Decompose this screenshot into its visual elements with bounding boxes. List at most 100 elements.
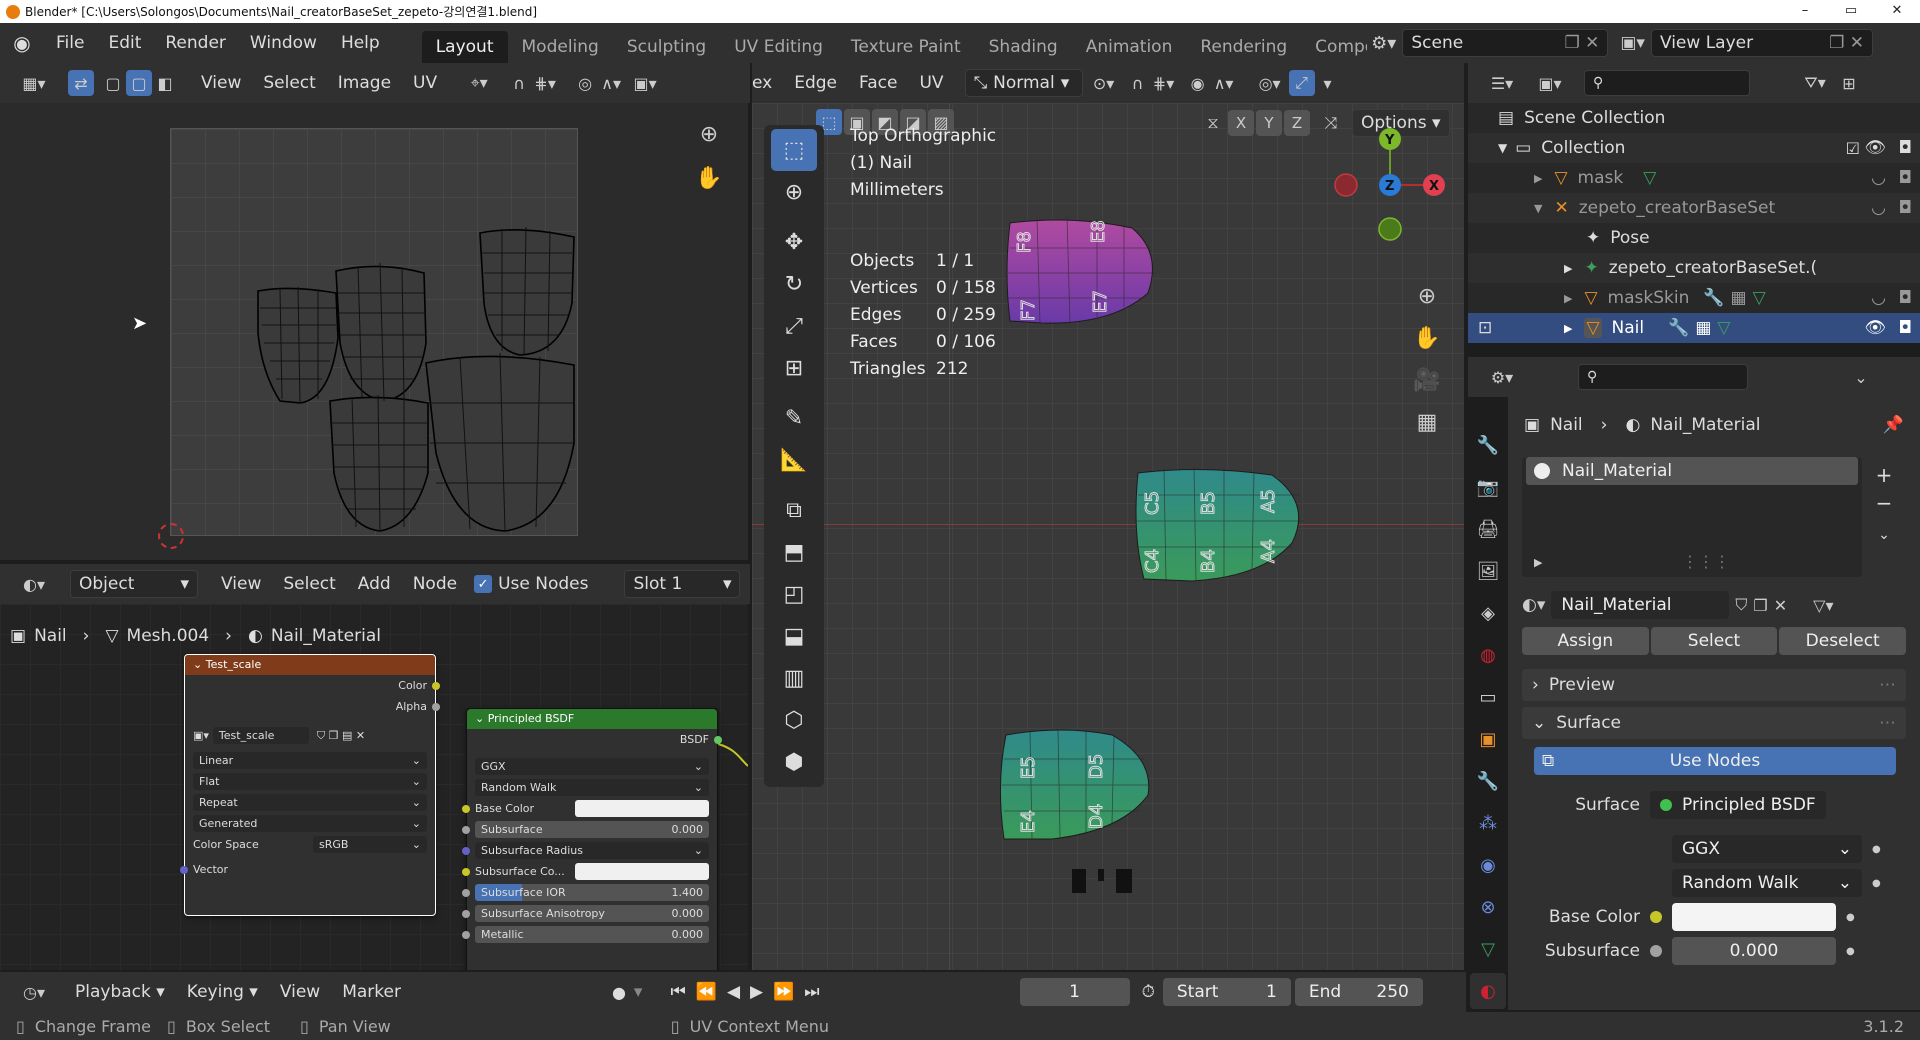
particles-tab-icon[interactable]: ⁂ <box>1470 805 1506 841</box>
node-menu-view[interactable]: View <box>210 574 272 594</box>
vp-menu-edge[interactable]: Edge <box>783 73 848 93</box>
view-layer-field[interactable]: View Layer ❐ ✕ <box>1650 29 1873 57</box>
outliner-row-scene-collection[interactable]: ▤ Scene Collection <box>1468 103 1920 133</box>
material-slot-item[interactable]: Nail_Material <box>1526 457 1858 485</box>
physics-tab-icon[interactable]: ◉ <box>1470 847 1506 883</box>
image-name-field[interactable]: Test_scale <box>212 727 309 744</box>
sync-selection-icon[interactable]: ⇄ <box>68 70 94 96</box>
outliner-row-armature[interactable]: ▼ ✕ zepeto_creatorBaseSet ◡ ◘ <box>1468 193 1920 223</box>
timeline-editor-icon[interactable]: ◷▾ <box>14 979 54 1005</box>
uv-menu-image[interactable]: Image <box>327 73 402 93</box>
current-frame-field[interactable]: 1 <box>1019 978 1130 1006</box>
mask-camera-icon[interactable]: ◘ <box>1899 168 1912 188</box>
preview-panel[interactable]: › Preview ⋯ <box>1522 669 1906 701</box>
ss-radius-socket[interactable] <box>462 846 470 855</box>
extension-dropdown[interactable]: Repeat ⌄ <box>193 794 427 811</box>
output-tab-icon[interactable]: 🖨 <box>1470 511 1506 547</box>
outliner-row-collection[interactable]: ▼ ▭ Collection ☑ 👁 ◘ <box>1468 133 1920 163</box>
ortho-grid-icon[interactable]: ▦ <box>1410 405 1444 439</box>
ss-radius-dropdown[interactable]: Subsurface Radius ⌄ <box>475 842 709 859</box>
drag-handle-icon[interactable]: ⋯ <box>1879 675 1896 695</box>
ss-color-swatch[interactable] <box>575 863 709 880</box>
uv-zoom-icon[interactable]: ⊕ <box>696 121 722 147</box>
nail-eye-icon[interactable]: 👁 <box>1864 318 1886 338</box>
tab-layout[interactable]: Layout <box>421 31 508 63</box>
properties-editor-icon[interactable]: ⚙▾ <box>1482 364 1522 390</box>
play-icon[interactable]: ▶ <box>750 982 763 1002</box>
pivot-icon[interactable]: ⌖▾ <box>466 70 492 96</box>
list-expand-icon[interactable]: ▶ <box>1534 556 1542 569</box>
vp-snap-icon[interactable]: ∩ <box>1125 70 1151 96</box>
base-color-swatch[interactable] <box>575 800 709 817</box>
node-editor-type-icon[interactable]: ◐▾ <box>14 571 54 597</box>
maskskin-eye-icon[interactable]: ◡ <box>1871 288 1886 308</box>
pan-hand-icon[interactable]: ✋ <box>1410 321 1444 355</box>
outliner-row-armature-data[interactable]: ▶ ✦ zepeto_creatorBaseSet.( <box>1468 253 1920 283</box>
snap-icon[interactable]: ∩ <box>506 70 532 96</box>
record-icon[interactable]: ● <box>612 983 626 1002</box>
scene-actions-icon[interactable]: ❐ ✕ <box>1564 33 1599 53</box>
surface-shader-field[interactable]: Principled BSDF <box>1650 791 1826 819</box>
remove-slot-button[interactable]: − <box>1870 491 1898 515</box>
view-layer-tab-icon[interactable]: 🖼 <box>1470 553 1506 589</box>
minimize-button[interactable]: – <box>1782 0 1828 23</box>
outliner-row-nail[interactable]: ⊡ ▶ ▽ Nail 🔧 ▦ ▽ 👁 ◘ <box>1468 313 1920 343</box>
face-select-icon[interactable]: ◧ <box>152 70 178 96</box>
armature-eye-icon[interactable]: ◡ <box>1871 198 1886 218</box>
uv-canvas[interactable]: ⊕ ✋ ➤ <box>0 103 748 560</box>
expand-arrow-icon[interactable]: ▶ <box>1564 262 1572 275</box>
deselect-button[interactable]: Deselect <box>1779 627 1907 655</box>
image-texture-node[interactable]: ⌄ Test_scale Color Alpha ▣▾ Test_scale ⛉… <box>180 654 440 916</box>
tab-modeling[interactable]: Modeling <box>508 31 613 63</box>
keyframe-dot-icon[interactable]: ● <box>1872 844 1881 855</box>
blender-menu-icon[interactable]: ◉ <box>0 31 44 55</box>
base-color-swatch[interactable] <box>1672 903 1836 931</box>
tab-compositing[interactable]: Compo <box>1301 31 1367 63</box>
expand-arrow-icon[interactable]: ▼ <box>1498 141 1507 155</box>
new-collection-icon[interactable]: ⊞ <box>1836 70 1862 96</box>
orientation-dropdown[interactable]: ⤡ Normal ▾ <box>964 69 1083 97</box>
viewport-3d[interactable]: ⬚ ▣ ◩ ◪ ▨ ⧖ X Y Z ⤨ Options ▾ ⬚ ⊕ ✥ ↻ ⤢ … <box>752 103 1464 970</box>
node-menu-node[interactable]: Node <box>402 574 468 594</box>
nav-gizmo[interactable]: Y X Z <box>1330 125 1454 249</box>
subsurface-field[interactable]: 0.000 <box>1672 937 1836 965</box>
keyframe-dot-icon[interactable]: ● <box>1846 946 1855 957</box>
link-mode-icon[interactable]: ▽▾ <box>1813 596 1833 615</box>
bsdf-out-socket[interactable] <box>714 735 722 744</box>
collection-checkbox[interactable]: ☑ <box>1846 139 1860 158</box>
vp-menu-face[interactable]: Face <box>848 73 908 93</box>
subsurface-field[interactable]: Subsurface 0.000 <box>475 821 709 838</box>
ss-aniso-field[interactable]: Subsurface Anisotropy 0.000 <box>475 905 709 922</box>
expand-arrow-icon[interactable]: ▶ <box>1564 322 1572 335</box>
select-button[interactable]: Select <box>1650 627 1778 655</box>
browse-material-icon[interactable]: ◐▾ <box>1522 595 1545 615</box>
zoom-icon[interactable]: ⊕ <box>1410 279 1444 313</box>
color-socket[interactable] <box>432 681 440 690</box>
ss-ior-socket[interactable] <box>462 888 470 897</box>
interpolation-dropdown[interactable]: Linear ⌄ <box>193 752 427 769</box>
outliner-search[interactable]: ⚲ <box>1584 70 1750 96</box>
image-actions-icon[interactable]: ⛉ ❐ ▤ ✕ <box>317 729 365 743</box>
tab-sculpting[interactable]: Sculpting <box>613 31 720 63</box>
unlink-material-icon[interactable]: ✕ <box>1774 596 1787 615</box>
drag-handle-icon[interactable]: ⋯ <box>1879 713 1896 733</box>
color-space-dropdown[interactable]: sRGB ⌄ <box>313 836 427 853</box>
vertex-select-icon[interactable]: ▢ <box>100 70 126 96</box>
view-layer-icon[interactable]: ▣▾ <box>1620 33 1645 53</box>
object-mode-dropdown[interactable]: Object ▾ <box>70 570 198 598</box>
base-color-socket[interactable] <box>462 804 470 813</box>
vp-falloff-icon[interactable]: ∧▾ <box>1211 70 1237 96</box>
expand-arrow-icon[interactable]: ▶ <box>1534 172 1542 185</box>
list-resize-handle[interactable]: ⋮⋮⋮ <box>1682 552 1730 571</box>
menu-marker[interactable]: Marker <box>331 982 412 1002</box>
collection-camera-icon[interactable]: ◘ <box>1899 138 1912 158</box>
uv-pan-hand-icon[interactable]: ✋ <box>695 165 722 191</box>
maximize-button[interactable]: ▭ <box>1828 0 1874 23</box>
surface-panel-header[interactable]: ⌄ Surface ⋯ <box>1522 707 1906 739</box>
menu-keying[interactable]: Keying ▾ <box>176 982 269 1002</box>
distribution-dropdown[interactable]: GGX ⌄ <box>1672 835 1862 863</box>
nail-camera-icon[interactable]: ◘ <box>1899 318 1912 338</box>
world-tab-icon[interactable]: ◍ <box>1470 637 1506 673</box>
use-nodes-button[interactable]: ⧉ Use Nodes <box>1534 747 1896 775</box>
menu-render[interactable]: Render <box>153 33 238 53</box>
